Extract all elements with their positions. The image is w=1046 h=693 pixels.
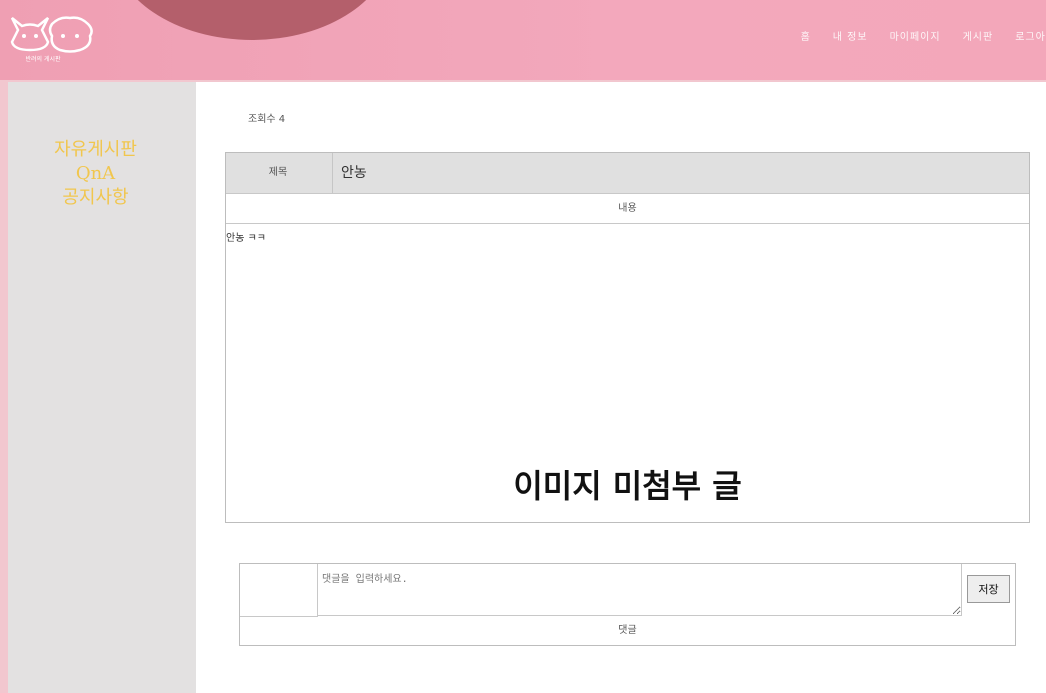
nav-board[interactable]: 게시판 bbox=[963, 28, 994, 43]
logo-caption: 반려의 게시판 bbox=[25, 56, 61, 63]
sidebar: 자유게시판 QnA 공지사항 bbox=[8, 82, 196, 693]
content-header: 내용 bbox=[226, 194, 1029, 224]
post-content: 안농 ㅋㅋ bbox=[226, 233, 266, 244]
cat-dog-logo-icon bbox=[10, 16, 93, 53]
post-table: 제목 안농 내용 안농 ㅋㅋ 이미지 미첨부 글 bbox=[225, 152, 1030, 523]
sidebar-item-notice[interactable]: 공지사항 bbox=[8, 186, 183, 210]
view-count: 조회수 4 bbox=[248, 114, 286, 125]
header-decoration bbox=[112, 0, 392, 40]
title-divider bbox=[332, 153, 333, 193]
site-logo[interactable]: 반려의 게시판 bbox=[8, 10, 98, 68]
top-nav: 홈 내 정보 마이페이지 게시판 로그아웃 bbox=[801, 28, 1046, 43]
post-title: 안농 bbox=[341, 165, 367, 181]
title-row: 제목 안농 bbox=[226, 153, 1029, 194]
comment-form: 저장 댓글 bbox=[239, 563, 1016, 646]
nav-my-info[interactable]: 내 정보 bbox=[833, 28, 868, 43]
sidebar-item-free-board[interactable]: 자유게시판 bbox=[8, 138, 183, 162]
sidebar-item-qna[interactable]: QnA bbox=[8, 162, 183, 186]
comment-input[interactable] bbox=[318, 564, 962, 616]
nav-logout[interactable]: 로그아웃 bbox=[1015, 28, 1046, 43]
no-image-label: 이미지 미첨부 글 bbox=[513, 467, 742, 505]
save-comment-button[interactable]: 저장 bbox=[967, 575, 1010, 603]
header: 반려의 게시판 홈 내 정보 마이페이지 게시판 로그아웃 bbox=[0, 0, 1046, 80]
comment-author-cell bbox=[240, 564, 318, 617]
nav-mypage[interactable]: 마이페이지 bbox=[890, 28, 941, 43]
title-label: 제목 bbox=[268, 167, 288, 178]
nav-home[interactable]: 홈 bbox=[801, 28, 811, 43]
comment-list-header: 댓글 bbox=[618, 625, 637, 636]
main-content: 조회수 4 제목 안농 내용 안농 ㅋㅋ 이미지 미첨부 글 저장 댓글 bbox=[196, 82, 1046, 693]
